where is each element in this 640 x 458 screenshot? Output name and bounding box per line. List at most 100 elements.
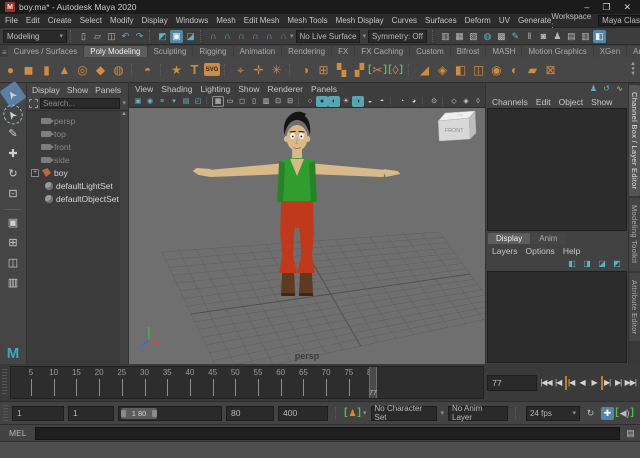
recent-channels-icon[interactable]: ↺ (601, 84, 612, 95)
smooth-icon[interactable]: ◈ (434, 60, 451, 79)
shaded-icon[interactable]: ● (316, 96, 328, 107)
range-bar[interactable]: 1 80 (121, 408, 157, 419)
layer-list[interactable] (487, 271, 627, 363)
shelf-scroll[interactable]: ▲●▼ (628, 62, 638, 77)
channel-graph-icon[interactable]: ∿ (614, 84, 625, 95)
motion-blur-icon[interactable]: ◓ (376, 96, 388, 107)
outliner-item-front[interactable]: front (27, 140, 128, 153)
menu-edit[interactable]: Edit (536, 97, 551, 107)
booleans-icon[interactable]: ◑ (297, 60, 314, 79)
tab-custom[interactable]: Custom (410, 46, 450, 57)
menu-modify[interactable]: Modify (110, 16, 134, 25)
grid-icon[interactable]: ▦ (212, 96, 224, 107)
snap-projected-center-icon[interactable]: ∩ (249, 30, 262, 43)
menu-generate[interactable]: Generate (518, 16, 551, 25)
mirror-icon[interactable]: ◐ (506, 60, 523, 79)
open-scene-icon[interactable]: ▱ (91, 30, 104, 43)
plugin-shapes-icon[interactable]: ◊ (472, 96, 484, 107)
make-live-icon[interactable]: ∩ (277, 30, 290, 43)
resolution-gate-icon[interactable]: ◻ (236, 96, 248, 107)
pause-viewport-icon[interactable]: ‖ (523, 30, 536, 43)
menu-panels[interactable]: Panels (95, 85, 121, 95)
playback-end-field[interactable]: 80 (226, 406, 274, 421)
2d-pan-zoom-icon[interactable]: ◰ (192, 96, 204, 107)
svg-tool-icon[interactable]: SVG (204, 63, 220, 76)
step-forward-frame-button[interactable]: ▶| (613, 376, 624, 390)
range-start-handle[interactable] (121, 410, 126, 417)
chevron-down-icon[interactable]: ▾ (290, 32, 294, 40)
mute-sound-icon[interactable]: ◀) (618, 407, 631, 420)
live-surface-field[interactable]: No Live Surface (296, 30, 361, 43)
menu-lighting[interactable]: Lighting (200, 84, 230, 94)
outliner-persp-layout-button[interactable]: ▥ (3, 274, 23, 293)
workspace-dropdown[interactable]: Maya Classic*▾ (598, 15, 640, 26)
character-set-dropdown[interactable]: No Character Set (371, 406, 437, 421)
select-camera-icon[interactable]: ▣ (132, 96, 144, 107)
quad-draw-icon[interactable]: ▰ (524, 60, 541, 79)
create-empty-layer-icon[interactable]: ◪ (596, 258, 608, 270)
animation-start-field[interactable]: 1 (12, 406, 64, 421)
tab-curves-surfaces[interactable]: Curves / Surfaces (8, 46, 84, 57)
menu-edit-mesh[interactable]: Edit Mesh (244, 16, 280, 25)
render-current-frame-icon[interactable]: ▦ (453, 30, 466, 43)
outliner-item-boy[interactable]: +boy (27, 166, 128, 179)
render-view-icon[interactable]: ▥ (439, 30, 452, 43)
script-editor-icon[interactable]: ▤ (624, 427, 637, 440)
tab-arnold[interactable]: Arnold (627, 46, 640, 57)
anim-layer-dropdown[interactable]: No Anim Layer (448, 406, 508, 421)
menu-shading[interactable]: Shading (161, 84, 192, 94)
shadows-icon[interactable]: ◑ (352, 96, 364, 107)
play-backwards-button[interactable]: ◀ (577, 376, 588, 390)
menu-mesh-tools[interactable]: Mesh Tools (287, 16, 327, 25)
step-forward-key-button[interactable]: ▶| (601, 376, 612, 390)
menu-mesh[interactable]: Mesh (216, 16, 236, 25)
tab-poly-modeling[interactable]: Poly Modeling (84, 46, 146, 57)
sculpt-icon[interactable]: ⊠ (542, 60, 559, 79)
step-back-key-button[interactable]: |◀ (565, 376, 576, 390)
extrude-icon[interactable]: ◧ (452, 60, 469, 79)
move-tool[interactable]: ✚ (3, 145, 23, 164)
menu-set-dropdown[interactable]: Modeling▾ (3, 30, 67, 43)
menu-object[interactable]: Object (559, 97, 584, 107)
single-pane-layout-button[interactable]: ▣ (3, 214, 23, 233)
platonic-solid-icon[interactable]: ◓ (139, 60, 156, 79)
safe-action-icon[interactable]: ⊡ (272, 96, 284, 107)
range-slider[interactable]: 1 80 (118, 406, 222, 421)
poly-cylinder-icon[interactable]: ▮ (38, 60, 55, 79)
particle-emitter-icon[interactable]: ✳ (268, 60, 285, 79)
xray-icon[interactable]: ◇ (448, 96, 460, 107)
menu-show[interactable]: Show (238, 84, 259, 94)
snap-to-grid-icon[interactable]: ∩ (207, 30, 220, 43)
xray-joints-icon[interactable]: ◈ (460, 96, 472, 107)
bookmarks-icon[interactable]: ▾ (168, 96, 180, 107)
four-pane-layout-button[interactable]: ⊞ (3, 234, 23, 253)
gate-mask-icon[interactable]: ▯ (248, 96, 260, 107)
view-cube[interactable]: top FRONT (438, 111, 476, 141)
chevron-down-icon[interactable]: ▾ (362, 32, 366, 40)
two-pane-layout-button[interactable]: ◫ (3, 254, 23, 273)
menu-file[interactable]: File (5, 16, 18, 25)
construction-plane-icon[interactable]: ⌖ (232, 60, 249, 79)
menu-curves[interactable]: Curves (392, 16, 417, 25)
snap-view-plane-icon[interactable]: ∩ (263, 30, 276, 43)
menu-select[interactable]: Select (80, 16, 102, 25)
attribute-spreadsheet-icon[interactable]: ▥ (579, 30, 592, 43)
menu-layers[interactable]: Layers (492, 246, 518, 256)
exposure-icon[interactable]: ◔ (396, 96, 408, 107)
snap-to-point-icon[interactable]: ∩ (235, 30, 248, 43)
go-to-start-button[interactable]: |◀◀ (540, 376, 551, 390)
scroll-down-icon[interactable]: ▼ (630, 72, 636, 77)
shelf-options-icon[interactable]: ≡ (2, 47, 7, 57)
render-setup-icon[interactable]: ◍ (481, 30, 494, 43)
hypershade-icon[interactable]: ◙ (537, 30, 550, 43)
bridge-icon[interactable]: ◫ (470, 60, 487, 79)
scale-tool[interactable]: ⊡ (3, 185, 23, 204)
lock-camera-icon[interactable]: ◉ (144, 96, 156, 107)
titlebar[interactable]: M boy.ma* - Autodesk Maya 2020 – ❐ ✕ (0, 0, 640, 14)
playback-start-field[interactable]: 1 (68, 406, 114, 421)
pose-icon[interactable]: ♟ (588, 84, 599, 95)
menu-channels[interactable]: Channels (492, 97, 528, 107)
render-settings-icon[interactable]: ▩ (495, 30, 508, 43)
poly-torus-icon[interactable]: ◎ (74, 60, 91, 79)
safe-title-icon[interactable]: ⊟ (284, 96, 296, 107)
